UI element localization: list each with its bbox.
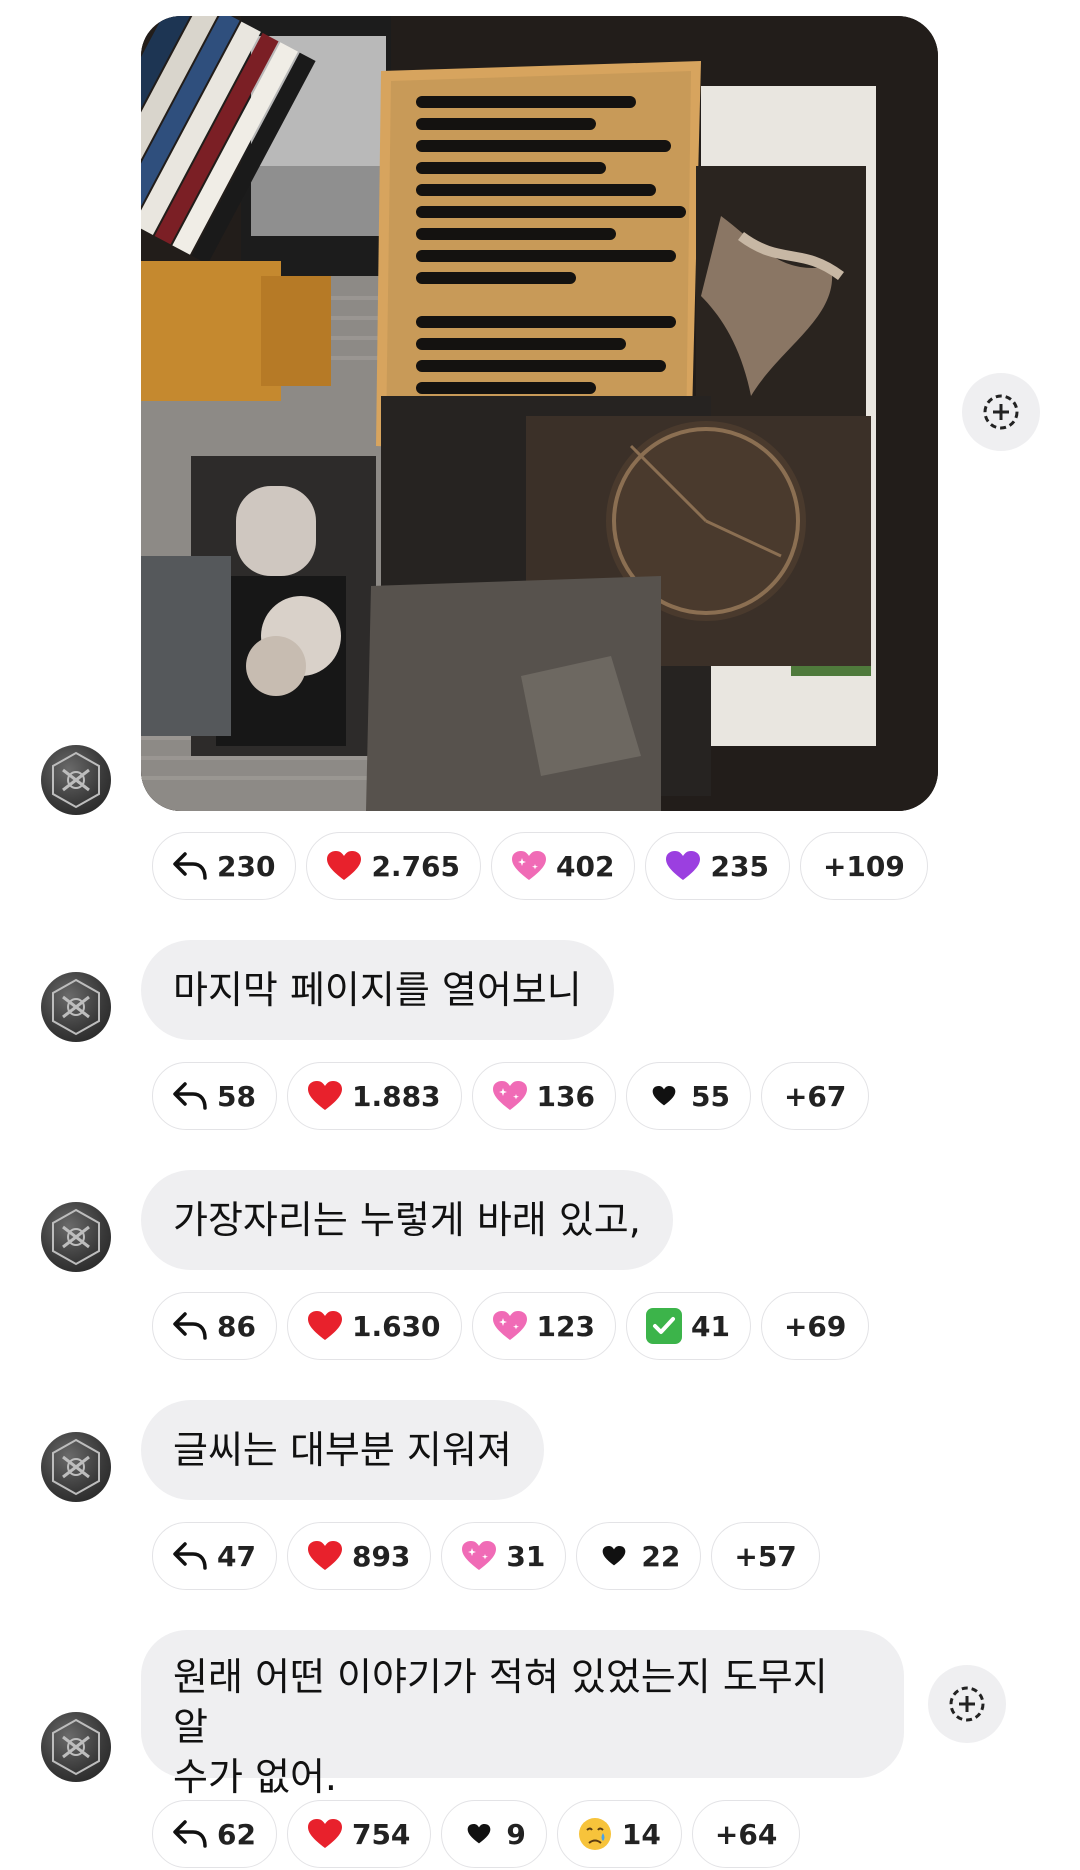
reply-count-button[interactable]: 47 bbox=[152, 1522, 277, 1590]
black-heart-icon bbox=[595, 1537, 633, 1575]
reaction-count: 14 bbox=[621, 1817, 661, 1851]
reaction-pill[interactable]: 893 bbox=[286, 1522, 432, 1590]
reaction-bar: 86 1.630 123 41 +69 bbox=[152, 1292, 870, 1360]
message-bubble[interactable]: 글씨는 대부분 지워져 bbox=[141, 1400, 544, 1500]
pink-sparkle-heart-icon bbox=[491, 1077, 529, 1115]
reaction-pill[interactable]: 9 bbox=[441, 1800, 547, 1868]
message-bubble[interactable]: 마지막 페이지를 열어보니 bbox=[141, 940, 614, 1040]
more-reactions-button[interactable]: +69 bbox=[760, 1292, 870, 1360]
red-heart-icon bbox=[306, 1537, 344, 1575]
reaction-count: 2.765 bbox=[371, 849, 461, 883]
black-heart-icon bbox=[460, 1815, 498, 1853]
red-heart-icon bbox=[306, 1815, 344, 1853]
purple-heart-icon bbox=[664, 847, 702, 885]
reply-icon bbox=[171, 1077, 209, 1115]
reaction-count: 9 bbox=[506, 1817, 526, 1851]
reaction-count: 136 bbox=[536, 1079, 595, 1113]
reaction-count: 893 bbox=[351, 1539, 411, 1573]
check-mark-icon bbox=[645, 1307, 683, 1345]
avatar[interactable] bbox=[41, 1202, 111, 1272]
add-reaction-button[interactable] bbox=[962, 373, 1040, 451]
reply-icon bbox=[171, 847, 209, 885]
reaction-pill[interactable]: 22 bbox=[576, 1522, 702, 1590]
reaction-pill[interactable]: 31 bbox=[441, 1522, 567, 1590]
reaction-count: 754 bbox=[351, 1817, 411, 1851]
reply-icon bbox=[171, 1307, 209, 1345]
exo-logo-icon bbox=[52, 978, 100, 1036]
add-reaction-icon bbox=[983, 394, 1019, 430]
pink-sparkle-heart-icon bbox=[491, 1307, 529, 1345]
reaction-pill[interactable]: 136 bbox=[471, 1062, 616, 1130]
more-reactions-button[interactable]: +109 bbox=[799, 832, 928, 900]
reaction-bar: 58 1.883 136 55 +67 bbox=[152, 1062, 870, 1130]
reply-count-button[interactable]: 62 bbox=[152, 1800, 277, 1868]
reaction-count: 62 bbox=[217, 1817, 256, 1851]
reaction-count: +69 bbox=[783, 1309, 847, 1343]
reaction-pill[interactable]: 55 bbox=[626, 1062, 751, 1130]
reaction-pill[interactable]: 1.630 bbox=[286, 1292, 462, 1360]
more-reactions-button[interactable]: +67 bbox=[760, 1062, 870, 1130]
reply-count-button[interactable]: 230 bbox=[152, 832, 297, 900]
reaction-bar: 47 893 31 22 +57 bbox=[152, 1522, 820, 1590]
message-bubble[interactable]: 가장자리는 누렇게 바래 있고, bbox=[141, 1170, 673, 1270]
black-heart-icon bbox=[645, 1077, 683, 1115]
reaction-count: 123 bbox=[536, 1309, 595, 1343]
reaction-count: 31 bbox=[506, 1539, 546, 1573]
add-reaction-icon bbox=[949, 1686, 985, 1722]
more-reactions-button[interactable]: +57 bbox=[711, 1522, 820, 1590]
exo-logo-icon bbox=[52, 1718, 100, 1776]
reaction-count: 22 bbox=[641, 1539, 681, 1573]
avatar[interactable] bbox=[41, 1712, 111, 1782]
red-heart-icon bbox=[306, 1307, 344, 1345]
reaction-pill[interactable]: 14 bbox=[556, 1800, 682, 1868]
pink-sparkle-heart-icon bbox=[510, 847, 548, 885]
reaction-count: 47 bbox=[217, 1539, 256, 1573]
reaction-count: 1.883 bbox=[351, 1079, 441, 1113]
reaction-pill[interactable]: 1.883 bbox=[286, 1062, 462, 1130]
reply-icon bbox=[171, 1537, 209, 1575]
reaction-bar: 62 754 9 14 +64 bbox=[152, 1800, 801, 1868]
reaction-pill[interactable]: 754 bbox=[286, 1800, 432, 1868]
add-reaction-button[interactable] bbox=[928, 1665, 1006, 1743]
reaction-count: +57 bbox=[734, 1539, 797, 1573]
reaction-count: 55 bbox=[691, 1079, 730, 1113]
reaction-pill[interactable]: 402 bbox=[491, 832, 636, 900]
reaction-count: +67 bbox=[783, 1079, 847, 1113]
photo-attachment[interactable] bbox=[141, 16, 938, 811]
avatar[interactable] bbox=[41, 1432, 111, 1502]
reaction-pill[interactable]: 123 bbox=[471, 1292, 616, 1360]
avatar[interactable] bbox=[41, 745, 111, 815]
pink-sparkle-heart-icon bbox=[460, 1537, 498, 1575]
exo-logo-icon bbox=[52, 751, 100, 809]
reaction-bar: 230 2.765 402 235 +109 bbox=[152, 832, 928, 900]
reply-count-button[interactable]: 58 bbox=[152, 1062, 277, 1130]
exo-logo-icon bbox=[52, 1208, 100, 1266]
more-reactions-button[interactable]: +64 bbox=[691, 1800, 801, 1868]
reaction-pill[interactable]: 235 bbox=[645, 832, 790, 900]
reply-icon bbox=[171, 1815, 209, 1853]
reaction-count: 1.630 bbox=[351, 1309, 441, 1343]
reaction-count: +64 bbox=[714, 1817, 778, 1851]
reaction-pill[interactable]: 2.765 bbox=[306, 832, 482, 900]
reaction-count: 235 bbox=[710, 849, 769, 883]
reaction-count: 230 bbox=[217, 849, 276, 883]
reaction-count: 58 bbox=[217, 1079, 256, 1113]
reaction-count: 86 bbox=[217, 1309, 256, 1343]
message-bubble[interactable]: 원래 어떤 이야기가 적혀 있었는지 도무지 알 수가 없어. bbox=[141, 1630, 904, 1799]
exo-logo-icon bbox=[52, 1438, 100, 1496]
reply-count-button[interactable]: 86 bbox=[152, 1292, 277, 1360]
reaction-pill[interactable]: 41 bbox=[626, 1292, 751, 1360]
red-heart-icon bbox=[306, 1077, 344, 1115]
crying-face-icon bbox=[576, 1815, 614, 1853]
avatar[interactable] bbox=[41, 972, 111, 1042]
red-heart-icon bbox=[325, 847, 363, 885]
reaction-count: +109 bbox=[822, 849, 905, 883]
reaction-count: 402 bbox=[556, 849, 615, 883]
reaction-count: 41 bbox=[691, 1309, 730, 1343]
